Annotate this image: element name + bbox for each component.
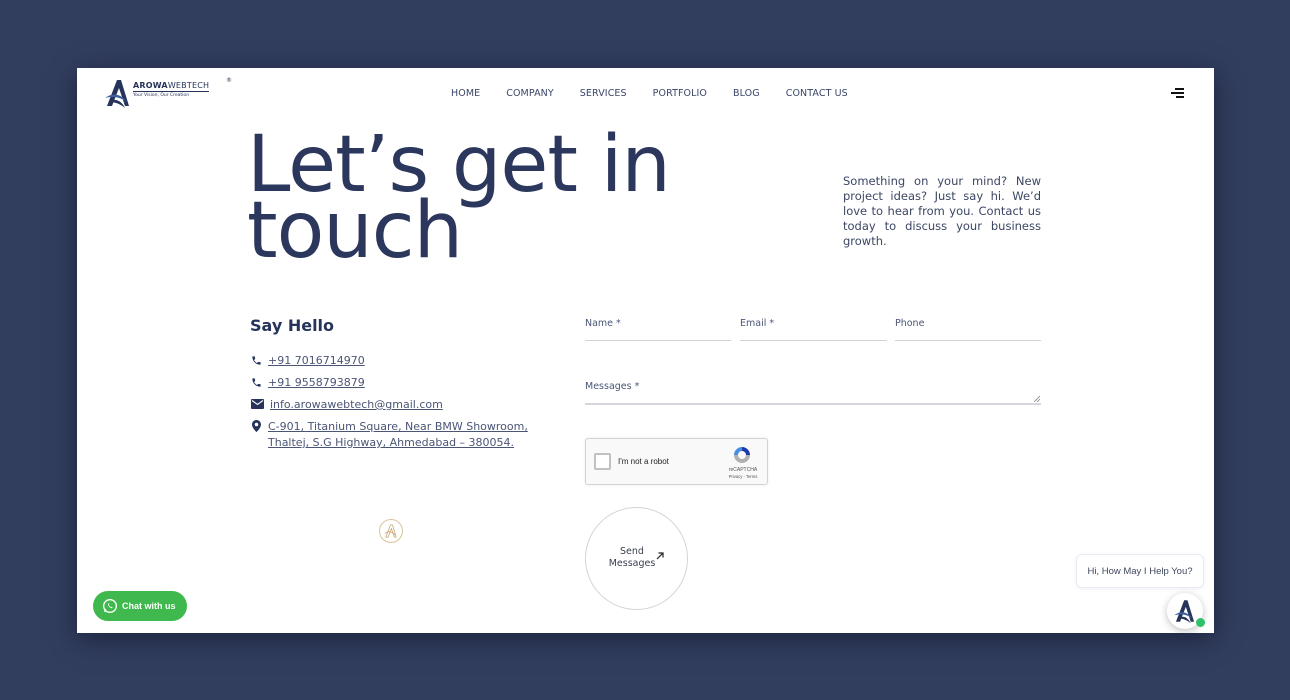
email-label: Email *: [740, 318, 775, 329]
arowa-logo-icon: [1174, 600, 1195, 624]
contact-email: info.arowawebtech@gmail.com: [250, 397, 558, 412]
name-field[interactable]: Name *: [585, 318, 731, 341]
email-link[interactable]: info.arowawebtech@gmail.com: [270, 397, 443, 412]
hamburger-menu-icon[interactable]: [1171, 87, 1187, 99]
contact-address: C-901, Titanium Square, Near BMW Showroo…: [250, 419, 558, 451]
logo-name: AROWAWEBTECH: [133, 81, 210, 90]
online-status-indicator: [1196, 618, 1205, 627]
contact-phone-2: +91 9558793879: [250, 375, 558, 390]
phone-label: Phone: [895, 318, 925, 329]
arowa-logo-icon: [105, 80, 129, 108]
send-button-label: Send Messages: [608, 546, 656, 569]
send-messages-button[interactable]: Send Messages: [585, 507, 688, 610]
recaptcha-widget: I'm not a robot reCAPTCHA Privacy - Term…: [585, 438, 768, 485]
messages-label: Messages *: [585, 381, 640, 392]
arrow-up-right-icon: [656, 552, 664, 560]
recaptcha-checkbox[interactable]: [594, 453, 611, 470]
nav-portfolio[interactable]: PORTFOLIO: [653, 88, 707, 99]
logo[interactable]: AROWAWEBTECH Your Vision, Our Creation ®: [105, 76, 232, 112]
hero-description: Something on your mind? New project idea…: [843, 174, 1041, 248]
map-pin-icon: [250, 419, 262, 433]
registered-mark: ®: [226, 77, 232, 84]
chat-greeting-bubble[interactable]: Hi, How May I Help You?: [1076, 554, 1204, 588]
whatsapp-label: Chat with us: [122, 601, 176, 611]
nav-services[interactable]: SERVICES: [580, 88, 627, 99]
contact-list: +91 7016714970 +91 9558793879 info.arowa…: [250, 353, 558, 458]
recaptcha-links[interactable]: Privacy - Terms: [723, 474, 763, 479]
recaptcha-logo-icon: [734, 447, 750, 463]
chat-widget-button[interactable]: [1167, 593, 1205, 629]
contact-phone-1: +91 7016714970: [250, 353, 558, 368]
whatsapp-chat-button[interactable]: Chat with us: [93, 591, 187, 621]
phone-link-2[interactable]: +91 9558793879: [268, 375, 365, 390]
name-label: Name *: [585, 318, 621, 329]
chat-greeting-text: Hi, How May I Help You?: [1087, 565, 1193, 577]
address-link[interactable]: C-901, Titanium Square, Near BMW Showroo…: [268, 419, 558, 451]
phone-icon: [250, 375, 262, 389]
brand-emblem-icon: [379, 519, 403, 543]
email-field[interactable]: Email *: [740, 318, 887, 341]
page-title: Let’s get in touch: [247, 126, 671, 270]
recaptcha-brand: reCAPTCHA: [728, 467, 758, 473]
main-nav: HOME COMPANY SERVICES PORTFOLIO BLOG CON…: [451, 88, 874, 99]
phone-icon: [250, 353, 262, 367]
logo-tagline: Your Vision, Our Creation: [133, 91, 210, 98]
phone-field[interactable]: Phone: [895, 318, 1041, 341]
recaptcha-label: I'm not a robot: [618, 457, 669, 466]
nav-contact-us[interactable]: CONTACT US: [786, 88, 848, 99]
nav-blog[interactable]: BLOG: [733, 88, 760, 99]
messages-textarea[interactable]: Messages *: [585, 381, 1041, 405]
nav-home[interactable]: HOME: [451, 88, 480, 99]
nav-company[interactable]: COMPANY: [506, 88, 554, 99]
phone-link-1[interactable]: +91 7016714970: [268, 353, 365, 368]
whatsapp-icon: [103, 599, 117, 613]
resize-handle-icon[interactable]: [1034, 396, 1040, 402]
title-line-2: touch: [247, 186, 463, 276]
say-hello-heading: Say Hello: [250, 316, 335, 335]
envelope-icon: [250, 397, 264, 411]
contact-page: AROWAWEBTECH Your Vision, Our Creation ®…: [77, 68, 1214, 633]
